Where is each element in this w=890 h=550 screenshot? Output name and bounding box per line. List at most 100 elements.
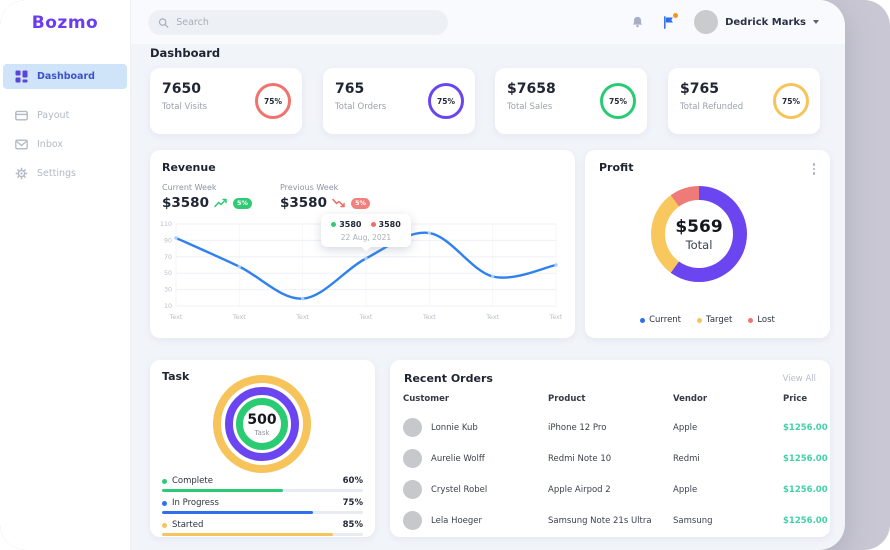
search-bar [148, 10, 448, 35]
x-axis-label: Text [359, 314, 373, 321]
sidebar: Bozmo Dashboard Payout [0, 0, 131, 550]
task-dot [162, 523, 167, 528]
data-point [428, 231, 431, 234]
x-axis-label: Text [169, 314, 183, 321]
task-dot [162, 501, 167, 506]
sidebar-item-inbox[interactable]: Inbox [3, 132, 127, 157]
progress-fill [162, 511, 313, 514]
stat-percent-ring: 75% [428, 83, 464, 119]
legend-dot [748, 318, 753, 323]
table-row[interactable]: Aurelie WolffRedmi Note 10Redmi$1256.00 [390, 443, 830, 474]
y-axis-tick: 10 [164, 303, 172, 310]
revenue-title: Revenue [162, 161, 563, 174]
task-card: Task 500 Task Complete60%In Progress75%S… [150, 360, 375, 537]
progress-track [162, 489, 363, 492]
column-vendor: Vendor [673, 394, 707, 404]
customer-avatar [403, 449, 422, 468]
inbox-icon [15, 138, 28, 151]
window-backdrop: Bozmo Dashboard Payout [0, 0, 890, 550]
settings-icon [15, 167, 28, 180]
user-menu[interactable]: Dedrick Marks [694, 10, 819, 34]
page-title: Dashboard [150, 46, 220, 60]
tooltip-dot [371, 222, 376, 227]
trend-down-icon [332, 198, 346, 208]
recent-orders-card: Recent Orders View All Customer Product … [390, 360, 830, 537]
app-logo: Bozmo [0, 13, 130, 33]
column-customer: Customer [403, 394, 449, 404]
table-row[interactable]: Crystel RobelApple Airpod 2Apple$1256.00 [390, 474, 830, 505]
change-badge-down: 5% [351, 198, 370, 209]
task-percent: 75% [343, 498, 363, 508]
customer-name: Lonnie Kub [431, 423, 478, 433]
topbar: Dedrick Marks [131, 0, 845, 44]
screenshot-stage: Bozmo Dashboard Payout [0, 0, 890, 550]
task-rings-chart: 500 Task [213, 375, 311, 473]
vendor-name: Apple [673, 485, 697, 495]
tooltip-dot [331, 222, 336, 227]
profit-legend: CurrentTargetLost [585, 315, 830, 325]
tooltip-entry: 3580 [371, 220, 401, 229]
price-value: $1256.00 [783, 516, 828, 526]
table-row[interactable]: Lela Hoeger Samsung Note 21s Ultra Samsung… [390, 505, 830, 536]
product-name: Redmi Note 10 [548, 454, 611, 464]
sidebar-item-dashboard[interactable]: Dashboard [3, 64, 127, 89]
task-progress-row: Started85% [162, 520, 363, 536]
previous-week-value: $3580 [280, 195, 327, 211]
table-row[interactable]: Lonnie KubiPhone 12 ProApple$1256.00 [390, 412, 830, 443]
change-badge-up: 5% [233, 198, 252, 209]
view-all-link[interactable]: View All [783, 374, 816, 384]
price-value: $1256.00 [783, 423, 828, 433]
revenue-card: Revenue Current Week $3580 5% Previous W… [150, 150, 575, 338]
stat-card-total-refunded: $765 Total Refunded 75% [668, 68, 820, 134]
notification-dot [673, 13, 678, 18]
product-name: Apple Airpod 2 [548, 485, 611, 495]
customer-avatar [403, 511, 422, 530]
sidebar-item-settings[interactable]: Settings [3, 161, 127, 186]
customer-avatar [403, 480, 422, 499]
product-name: iPhone 12 Pro [548, 423, 606, 433]
data-point [554, 263, 557, 266]
task-percent: 85% [343, 520, 363, 530]
profit-card: Profit $569 Total CurrentTargetLost [585, 150, 830, 338]
progress-track [162, 511, 363, 514]
product-name: Samsung Note 21s Ultra [548, 516, 652, 526]
search-input[interactable] [176, 17, 438, 28]
price-value: $1256.00 [783, 485, 828, 495]
main-area: Dedrick Marks Dashboard 7650 Total Visit… [131, 0, 845, 550]
vendor-name: Samsung [673, 516, 712, 526]
sidebar-item-label: Dashboard [37, 71, 95, 82]
search-icon [158, 17, 169, 29]
kebab-menu-icon[interactable] [811, 161, 818, 177]
x-axis-label: Text [295, 314, 309, 321]
y-axis-tick: 90 [164, 237, 172, 244]
data-point [174, 236, 177, 239]
bell-icon[interactable] [630, 15, 645, 30]
previous-week-label: Previous Week [280, 183, 370, 192]
profit-total-value: $569 [675, 217, 722, 237]
customer-name: Lela Hoeger [431, 516, 482, 526]
current-week-label: Current Week [162, 183, 252, 192]
flag-icon[interactable] [662, 15, 677, 30]
profit-total-label: Total [686, 238, 713, 252]
x-axis-label: Text [485, 314, 499, 321]
payout-icon [15, 109, 28, 122]
sidebar-item-payout[interactable]: Payout [3, 103, 127, 128]
stat-card-total-sales: $7658 Total Sales 75% [495, 68, 647, 134]
x-axis-label: Text [232, 314, 246, 321]
task-progress-row: In Progress75% [162, 498, 363, 514]
avatar [694, 10, 718, 34]
tooltip-entry: 3580 [331, 220, 361, 229]
y-axis-tick: 110 [160, 221, 172, 228]
current-week-value: $3580 [162, 195, 209, 211]
task-progress-row: Complete60% [162, 476, 363, 492]
customer-name: Aurelie Wolff [431, 454, 485, 464]
legend-item: Lost [748, 315, 775, 325]
chevron-down-icon [813, 20, 819, 24]
sidebar-item-label: Settings [37, 168, 76, 179]
stat-percent-ring: 75% [773, 83, 809, 119]
progress-fill [162, 533, 333, 536]
legend-item: Current [640, 315, 681, 325]
stat-card-total-orders: 765 Total Orders 75% [323, 68, 475, 134]
user-name: Dedrick Marks [725, 17, 806, 28]
stat-percent-ring: 75% [255, 83, 291, 119]
